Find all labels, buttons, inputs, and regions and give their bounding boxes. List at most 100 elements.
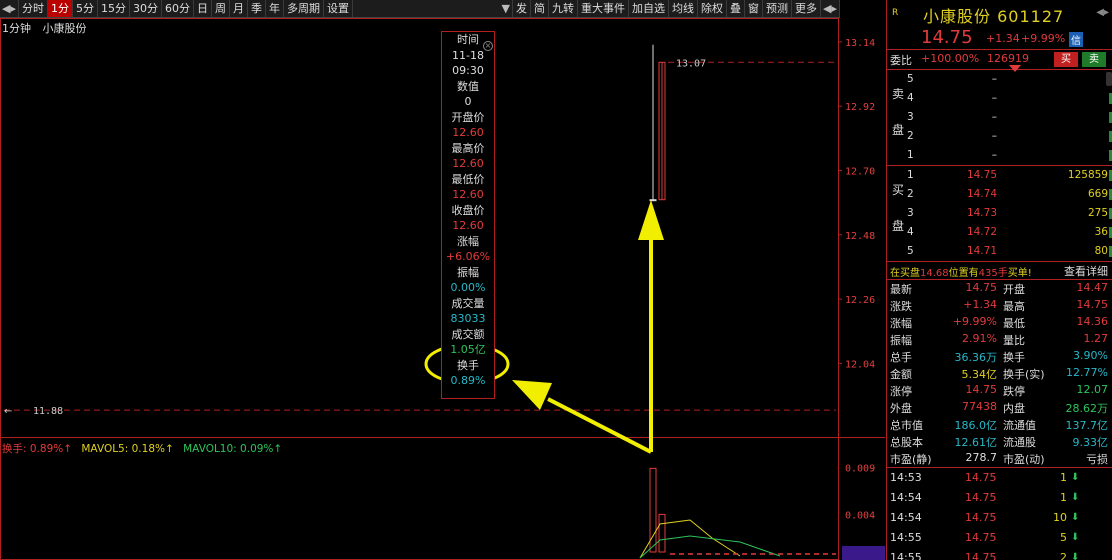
next-arrow-icon[interactable]: ◀▸	[821, 0, 840, 17]
stat-label: 涨跌	[890, 300, 912, 313]
ask-book: 卖 盘 5–4–3–2–1–	[887, 70, 1112, 165]
stat-label: 涨停	[890, 385, 912, 398]
trade-row: 14:54 14.75 1 ⬇	[887, 488, 1112, 508]
arrow-up-head-icon	[638, 200, 664, 240]
trade-time: 14:54	[890, 511, 922, 524]
period-tab[interactable]: 分时	[19, 0, 48, 17]
ask-row[interactable]: 1–	[887, 146, 1112, 165]
stat-label: 外盘	[890, 402, 912, 415]
period-tabs: 分时 1分 5分 15分 30分 60分日周月季年多周期 设置	[19, 0, 353, 17]
tooltip-value: 0.89%	[450, 374, 486, 387]
crosshair-tooltip: × 时间 11-18 09:30 数值 0 开盘价 12.60 最高价 12.60 最低价 12.6…	[441, 31, 495, 399]
trade-price: 14.75	[965, 491, 997, 504]
stat-label: 最高	[1003, 300, 1025, 313]
stat-row: 外盘 77438 内盘 28.62万	[887, 399, 1112, 416]
ask-row[interactable]: 3–	[887, 108, 1112, 127]
level-price: 14.75	[966, 169, 997, 181]
trade-row: 14:53 14.75 1 ⬇	[887, 468, 1112, 488]
scrollbar[interactable]	[1105, 70, 1112, 560]
stat-value: 12.61亿	[954, 436, 998, 449]
tool-button[interactable]: 除权	[698, 0, 728, 17]
price-frame	[0, 18, 839, 560]
bid-row[interactable]: 2 14.74 669	[887, 185, 1112, 204]
down-arrow-icon: ⬇	[1071, 532, 1080, 543]
stat-label: 最低	[1003, 317, 1025, 330]
bid-row[interactable]: 1 14.75 125859	[887, 166, 1112, 185]
stat-label: 总市值	[890, 419, 923, 432]
stat-row: 总市值 186.0亿 流通值 137.7亿	[887, 416, 1112, 433]
period-tab[interactable]: 设置	[324, 0, 353, 17]
stat-value: 186.0亿	[954, 419, 998, 432]
period-tab[interactable]: 日	[194, 0, 212, 17]
tool-button[interactable]: 叠	[727, 0, 746, 17]
period-tab[interactable]: 30分	[130, 0, 162, 17]
tool-button[interactable]: 更多	[792, 0, 822, 17]
period-tab[interactable]: 季	[248, 0, 266, 17]
down-arrow-icon: ⬇	[1071, 512, 1080, 523]
buy-button[interactable]: 买	[1054, 52, 1078, 67]
note-price: 14.68	[920, 268, 949, 279]
scroll-thumb[interactable]	[1106, 72, 1112, 86]
ask-row[interactable]: 5–	[887, 70, 1112, 89]
prev-arrow-icon[interactable]: ◀▸	[0, 0, 19, 17]
trade-volume: 1	[1060, 491, 1067, 504]
tool-button[interactable]: 预测	[763, 0, 793, 17]
period-tab[interactable]: 年	[266, 0, 284, 17]
note-mid: 位置有	[948, 268, 979, 279]
stat-value: 12.77%	[1066, 366, 1108, 379]
trade-ticks: 14:53 14.75 1 ⬇ 14:54 14.75 1 ⬇ 14:54 14.75 10 ⬇ 14:…	[887, 468, 1112, 560]
period-tab[interactable]: 1分	[47, 0, 73, 17]
period-tab[interactable]: 月	[230, 0, 248, 17]
stat-label: 换手	[1003, 351, 1025, 364]
tooltip-key: 收盘价	[451, 203, 485, 217]
period-tab[interactable]: 60分	[162, 0, 194, 17]
view-detail-link[interactable]: 查看详细	[1064, 263, 1108, 279]
ask-row[interactable]: 2–	[887, 127, 1112, 146]
chevron-down-icon[interactable]: ▼	[500, 0, 514, 17]
weibi-value: +100.00%	[921, 52, 980, 65]
stat-row: 最新 14.75 开盘 14.47	[887, 280, 1112, 297]
period-tab[interactable]: 5分	[73, 0, 98, 17]
trade-price: 14.75	[965, 511, 997, 524]
stat-value: 14.75	[965, 383, 998, 396]
mavol5-legend: MAVOL5: 0.18%↑	[81, 443, 174, 455]
tool-button[interactable]: 重大事件	[578, 0, 630, 17]
period-tab[interactable]: 多周期	[284, 0, 324, 17]
y-tick-label: 12.48	[845, 231, 875, 242]
last-price: 14.75	[921, 27, 973, 48]
collapse-arrow-icon[interactable]: ◀▸	[1096, 7, 1109, 18]
stat-row: 振幅 2.91% 量比 1.27	[887, 331, 1112, 348]
arrow-left-head-icon	[512, 380, 552, 410]
tooltip-key: 涨幅	[457, 234, 479, 248]
bid-row[interactable]: 5 14.71 80	[887, 242, 1112, 261]
stat-label: 市盈(静)	[890, 453, 932, 466]
tooltip-key: 最低价	[451, 172, 485, 186]
tool-button[interactable]: 窗	[745, 0, 764, 17]
ask-row[interactable]: 4–	[887, 89, 1112, 108]
r-badge: R	[892, 8, 899, 18]
stat-value: 14.75	[1076, 298, 1109, 311]
period-tab[interactable]: 周	[212, 0, 230, 17]
close-icon[interactable]: ×	[483, 41, 493, 51]
y-tick-label: 12.04	[845, 359, 875, 370]
stat-label: 涨幅	[890, 317, 912, 330]
bid-book: 买 盘 1 14.75 125859 2 14.74 669 3 14.73 275 4 14.72…	[887, 166, 1112, 261]
tooltip-key: 数值	[457, 79, 479, 93]
stat-row: 总股本 12.61亿 流通股 9.33亿	[887, 433, 1112, 450]
stat-value: 9.33亿	[1072, 436, 1109, 449]
tool-button[interactable]: 九转	[549, 0, 579, 17]
y-tick-label: 12.70	[845, 166, 875, 177]
sell-button[interactable]: 卖	[1082, 52, 1106, 67]
y-tick-label: 13.14	[845, 38, 875, 49]
tool-button[interactable]: 简	[531, 0, 550, 17]
bid-row[interactable]: 3 14.73 275	[887, 204, 1112, 223]
tool-button[interactable]: 均线	[669, 0, 699, 17]
tool-button[interactable]: 发	[513, 0, 532, 17]
trade-volume: 1	[1060, 471, 1067, 484]
bid-row[interactable]: 4 14.72 36	[887, 223, 1112, 242]
period-tab[interactable]: 15分	[98, 0, 130, 17]
stat-value: 14.75	[965, 281, 998, 294]
tool-button[interactable]: 加自选	[629, 0, 670, 17]
level-number: 3	[907, 207, 914, 219]
level-price: 14.73	[966, 207, 997, 219]
